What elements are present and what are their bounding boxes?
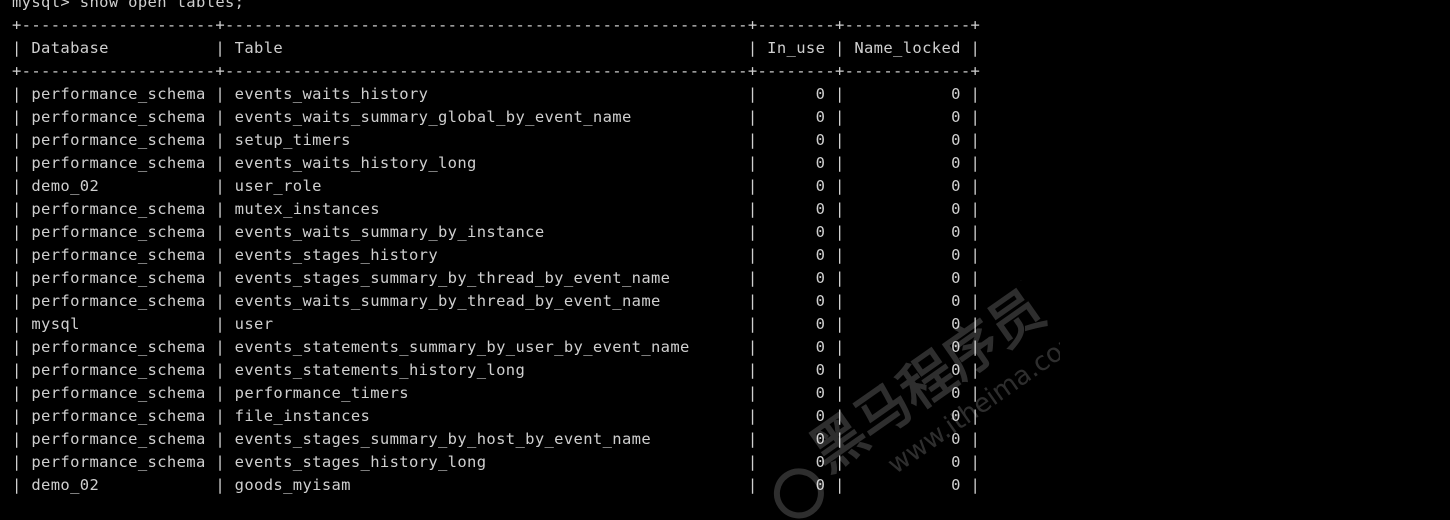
table-row: | demo_02 | goods_myisam | 0 | 0 | [12, 476, 981, 494]
table-row: | performance_schema | events_statements… [12, 338, 981, 356]
table-row: | demo_02 | user_role | 0 | 0 | [12, 177, 981, 195]
table-row: | performance_schema | events_waits_hist… [12, 154, 981, 172]
table-row: | performance_schema | setup_timers | 0 … [12, 131, 981, 149]
table-row: | performance_schema | events_waits_hist… [12, 85, 981, 103]
table-row: | performance_schema | events_statements… [12, 361, 981, 379]
table-border-top: +--------------------+------------------… [12, 16, 981, 34]
table-border-header: +--------------------+------------------… [12, 62, 981, 80]
command-prompt-line: mysql> show open tables; [12, 0, 245, 11]
table-row: | performance_schema | file_instances | … [12, 407, 981, 425]
table-row: | performance_schema | events_stages_his… [12, 453, 981, 471]
table-row: | performance_schema | performance_timer… [12, 384, 981, 402]
table-row: | performance_schema | events_stages_sum… [12, 430, 981, 448]
table-row: | performance_schema | events_stages_sum… [12, 269, 981, 287]
table-row: | performance_schema | events_waits_summ… [12, 292, 981, 310]
table-row: | performance_schema | events_waits_summ… [12, 223, 981, 241]
table-row: | performance_schema | events_waits_summ… [12, 108, 981, 126]
table-row: | mysql | user | 0 | 0 | [12, 315, 981, 333]
table-row: | performance_schema | mutex_instances |… [12, 200, 981, 218]
terminal-output[interactable]: mysql> show open tables; +--------------… [12, 0, 1450, 516]
table-row: | performance_schema | events_stages_his… [12, 246, 981, 264]
table-header-row: | Database | Table | In_use | Name_locke… [12, 39, 981, 57]
